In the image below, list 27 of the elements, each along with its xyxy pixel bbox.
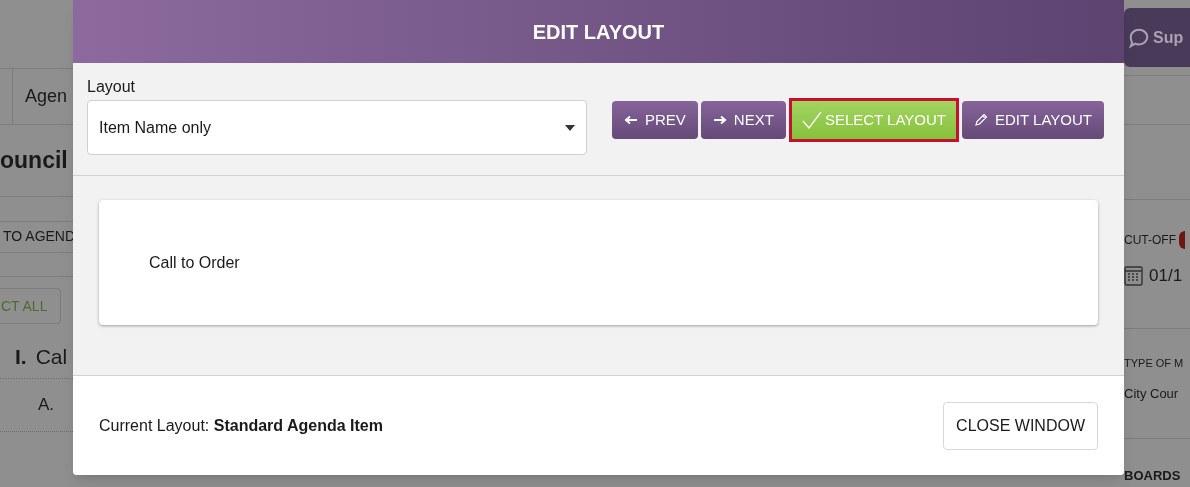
preview-item-name: Call to Order xyxy=(149,252,241,273)
current-layout-text: Current Layout: Standard Agenda Item xyxy=(99,415,383,436)
item-letter: A. xyxy=(38,394,55,417)
page-heading: ouncil xyxy=(0,146,68,176)
edit-layout-button[interactable]: EDIT LAYOUT xyxy=(962,101,1104,139)
next-button[interactable]: NEXT xyxy=(700,101,786,139)
support-button[interactable]: Sup xyxy=(1124,8,1190,67)
boards-label: BOARDS xyxy=(1124,468,1181,483)
dropdown-caret-icon xyxy=(565,124,575,131)
layout-label: Layout xyxy=(87,77,137,97)
chat-bubble-icon xyxy=(1128,26,1150,49)
type-label: TYPE OF M xyxy=(1124,356,1185,372)
cutoff-date: 01/1 xyxy=(1149,264,1183,287)
cutoff-label: CUT-OFF xyxy=(1124,231,1176,249)
section-title: Cal xyxy=(35,343,68,370)
left-arrow-icon xyxy=(624,113,638,127)
calendar-icon xyxy=(1124,265,1143,287)
dialog-title: EDIT LAYOUT xyxy=(532,19,665,45)
type-value: City Cour xyxy=(1124,384,1180,403)
prev-button[interactable]: PREV xyxy=(612,101,698,139)
pencil-icon xyxy=(974,113,989,127)
right-arrow-icon xyxy=(712,113,727,127)
section-number: I. xyxy=(15,343,27,370)
close-window-button[interactable]: CLOSE WINDOW xyxy=(943,401,1098,450)
checkmark-icon xyxy=(801,111,822,129)
layout-dropdown[interactable]: Item Name only xyxy=(87,100,587,155)
tab-label[interactable]: Agen xyxy=(25,83,68,110)
